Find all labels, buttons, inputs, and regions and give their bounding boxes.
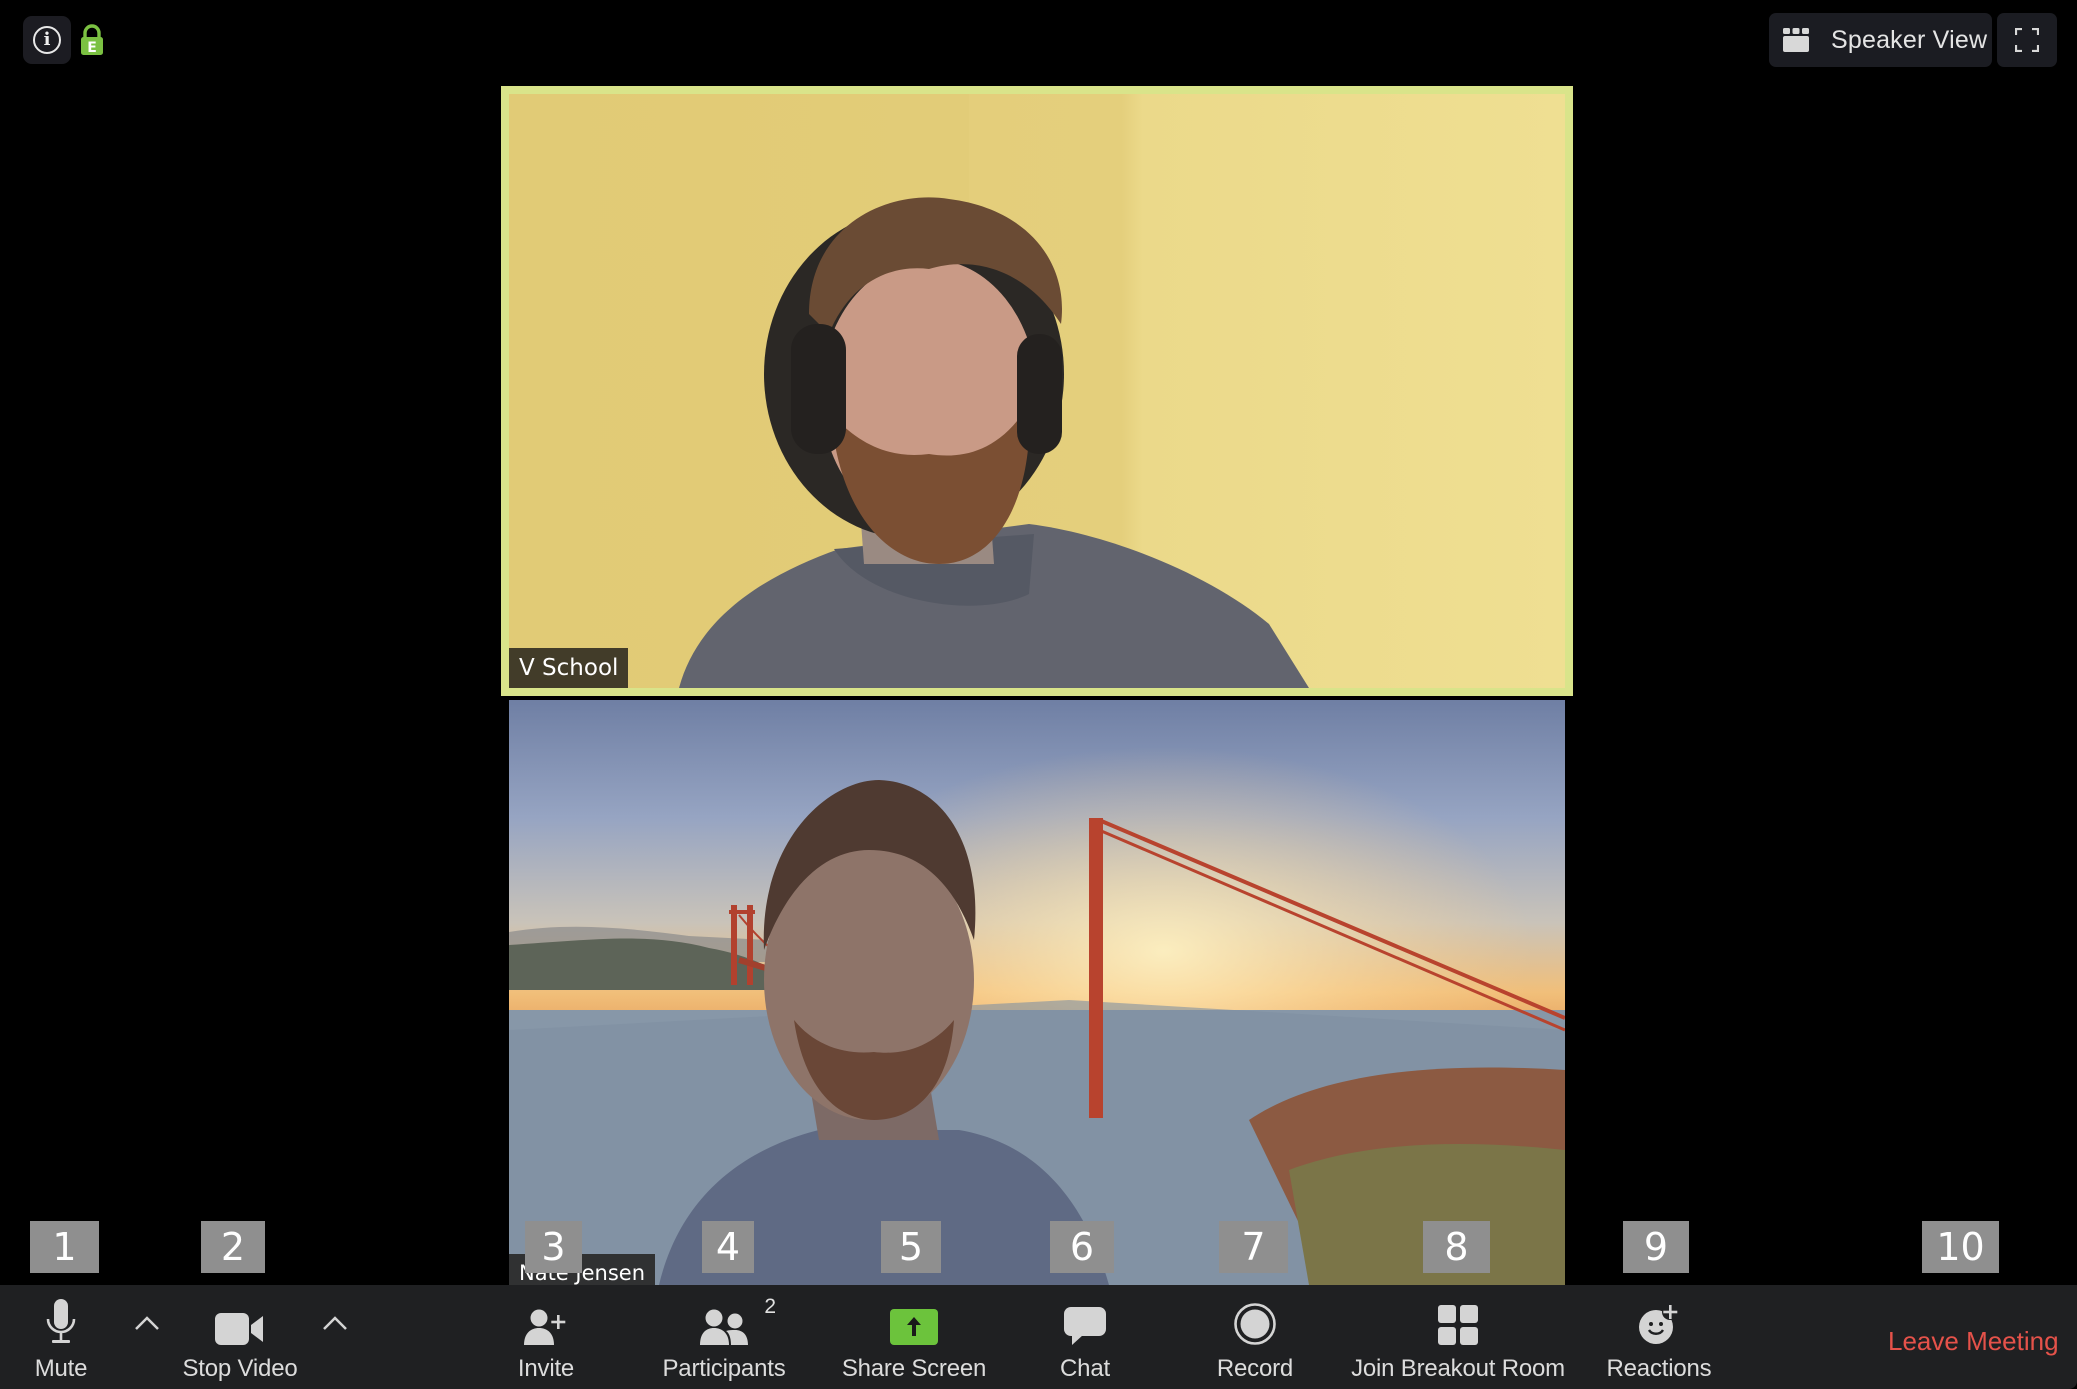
- participants-button[interactable]: 2 Participants: [654, 1285, 794, 1389]
- participant-count-badge: 2: [764, 1295, 776, 1318]
- grid-view-icon: [1783, 28, 1809, 52]
- reactions-label: Reactions: [1606, 1355, 1712, 1382]
- leave-meeting-button[interactable]: Leave Meeting: [1888, 1326, 2059, 1357]
- meeting-toolbar: Mute Stop Video Invite 2 Participants Sh…: [0, 1285, 2077, 1389]
- share-screen-button[interactable]: Share Screen: [834, 1285, 994, 1389]
- breakout-grid-icon: [1438, 1305, 1478, 1345]
- fullscreen-button[interactable]: [1997, 13, 2057, 67]
- overlay-number-badge: 10: [1922, 1221, 1999, 1273]
- join-breakout-room-label: Join Breakout Room: [1351, 1355, 1565, 1382]
- share-screen-label: Share Screen: [841, 1355, 987, 1382]
- record-label: Record: [1216, 1355, 1294, 1382]
- participant-video-feed: [509, 94, 1309, 688]
- video-camera-icon: [215, 1313, 263, 1345]
- overlay-number-badge: 6: [1050, 1221, 1114, 1273]
- overlay-number-badge: 1: [30, 1221, 99, 1273]
- invite-button[interactable]: Invite: [501, 1285, 591, 1389]
- encryption-badge-text: E: [87, 40, 97, 56]
- mute-button[interactable]: Mute: [21, 1285, 101, 1389]
- meeting-info-button[interactable]: i: [23, 16, 71, 64]
- mute-label: Mute: [34, 1355, 88, 1382]
- chat-label: Chat: [1060, 1355, 1110, 1382]
- info-icon: i: [33, 26, 61, 54]
- microphone-icon: [46, 1299, 76, 1343]
- overlay-number-badge: 4: [702, 1221, 754, 1273]
- add-person-icon: [524, 1309, 566, 1345]
- participant-video-feed: [509, 700, 1565, 1285]
- overlay-number-badge: 9: [1623, 1221, 1689, 1273]
- overlay-number-badge: 8: [1423, 1221, 1490, 1273]
- chat-bubble-icon: [1064, 1307, 1106, 1345]
- chat-button[interactable]: Chat: [1045, 1285, 1125, 1389]
- participant-name-label: V School: [509, 648, 629, 688]
- record-icon: [1234, 1303, 1276, 1345]
- record-button[interactable]: Record: [1205, 1285, 1305, 1389]
- video-tile-participant[interactable]: Nate Jensen: [509, 700, 1565, 1285]
- overlay-number-badge: 7: [1219, 1221, 1288, 1273]
- speaker-view-label: Speaker View: [1831, 25, 1988, 54]
- video-tile-active-speaker[interactable]: V School: [501, 86, 1573, 696]
- fullscreen-icon: [2015, 28, 2039, 52]
- participants-label: Participants: [662, 1355, 786, 1382]
- overlay-number-badge: 3: [525, 1221, 582, 1273]
- encryption-lock-icon[interactable]: E: [80, 24, 104, 56]
- overlay-number-badge: 2: [201, 1221, 265, 1273]
- invite-label: Invite: [517, 1355, 575, 1382]
- share-screen-icon: [890, 1309, 938, 1345]
- audio-options-chevron-up-icon[interactable]: [133, 1313, 161, 1333]
- stop-video-button[interactable]: Stop Video: [170, 1285, 310, 1389]
- video-options-chevron-up-icon[interactable]: [321, 1313, 349, 1333]
- stop-video-label: Stop Video: [182, 1355, 298, 1382]
- reactions-smiley-icon: [1639, 1304, 1678, 1344]
- speaker-view-button[interactable]: Speaker View: [1769, 13, 1992, 67]
- join-breakout-room-button[interactable]: Join Breakout Room: [1343, 1285, 1573, 1389]
- overlay-number-badge: 5: [881, 1221, 941, 1273]
- reactions-button[interactable]: Reactions: [1599, 1285, 1719, 1389]
- participants-icon: [700, 1309, 748, 1345]
